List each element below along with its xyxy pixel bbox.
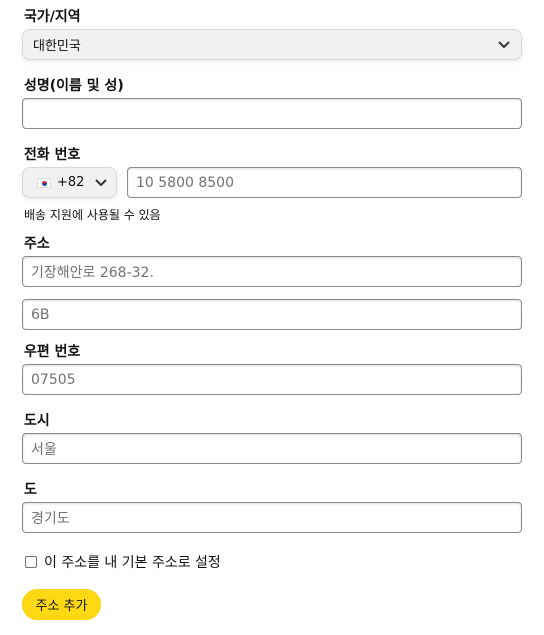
add-address-button[interactable]: 주소 추가	[22, 589, 101, 620]
province-placeholder: 경기도	[31, 510, 70, 527]
province-label: 도	[24, 482, 37, 498]
city-input[interactable]: 서울	[22, 433, 522, 464]
address-line2-input[interactable]: 6B	[22, 299, 522, 330]
address-label: 주소	[24, 236, 50, 252]
default-address-checkbox[interactable]	[25, 556, 37, 568]
postal-code-input[interactable]: 07505	[22, 364, 522, 395]
phone-input[interactable]: 10 5800 8500	[127, 167, 522, 198]
phone-hint: 배송 지원에 사용될 수 있음	[24, 208, 161, 222]
south-korea-flag-icon	[37, 177, 51, 188]
country-code-value: +82	[57, 175, 85, 190]
chevron-down-icon	[497, 38, 511, 52]
address-line1-input[interactable]: 기장해안로 268-32.	[22, 256, 522, 287]
province-input[interactable]: 경기도	[22, 502, 522, 533]
address-line1-placeholder: 기장해안로 268-32.	[31, 264, 154, 281]
city-placeholder: 서울	[31, 441, 57, 458]
country-select[interactable]: 대한민국	[22, 29, 522, 60]
city-label: 도시	[24, 413, 50, 429]
address-line2-placeholder: 6B	[31, 306, 50, 323]
country-code-select[interactable]: +82	[22, 167, 117, 198]
full-name-label: 성명(이름 및 성)	[24, 78, 124, 94]
default-address-label[interactable]: 이 주소를 내 기본 주소로 설정	[44, 552, 221, 572]
phone-label: 전화 번호	[24, 147, 81, 163]
full-name-input[interactable]	[22, 98, 522, 129]
postal-code-placeholder: 07505	[31, 371, 76, 388]
chevron-down-icon	[94, 176, 108, 190]
phone-placeholder: 10 5800 8500	[136, 174, 234, 191]
postal-code-label: 우편 번호	[24, 344, 81, 360]
country-select-value: 대한민국	[33, 39, 81, 54]
default-address-row[interactable]: 이 주소를 내 기본 주소로 설정	[25, 552, 221, 572]
country-label: 국가/지역	[24, 9, 81, 25]
